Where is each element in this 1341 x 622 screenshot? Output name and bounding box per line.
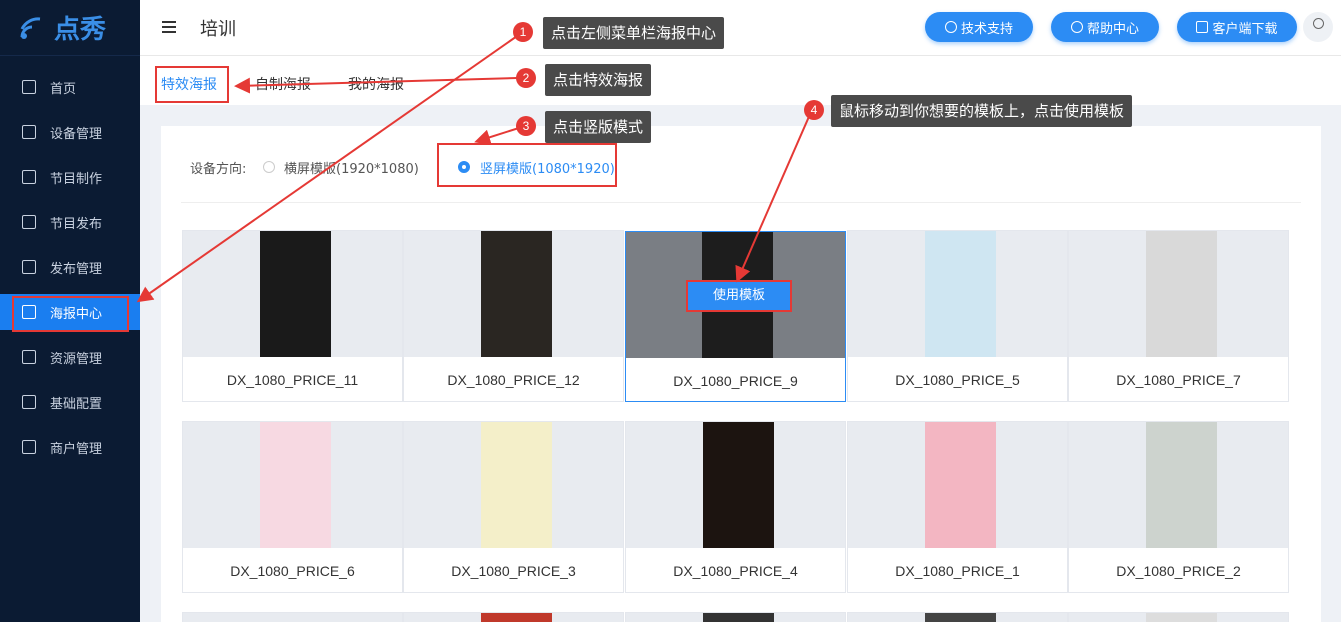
template-card[interactable] [625,612,846,622]
poster-tabs: 特效海报 自制海报 我的海报 [140,57,1341,105]
poster-image [1146,422,1217,548]
divider [181,202,1301,203]
step-badge: 3 [516,116,536,136]
poster-image [1146,231,1217,357]
step-tip: 点击特效海报 [545,64,652,96]
logo-icon [20,16,41,39]
template-card[interactable]: DX_1080_PRICE_5 [847,230,1068,402]
template-name: DX_1080_PRICE_7 [1116,372,1241,388]
device-icon [22,125,36,139]
help-icon [1070,21,1083,33]
template-card-hovered[interactable]: 使用模板 DX_1080_PRICE_9 [625,231,846,402]
template-name: DX_1080_PRICE_2 [1116,563,1241,579]
template-card[interactable]: DX_1080_PRICE_2 [1068,421,1289,593]
template-thumbnail [1069,422,1288,548]
active-tab-indicator [158,101,214,103]
template-name: DX_1080_PRICE_6 [230,563,355,579]
sidebar-item-merchant[interactable]: 商户管理 [0,429,140,465]
template-card[interactable] [847,612,1068,622]
step-badge: 4 [804,100,824,120]
template-name: DX_1080_PRICE_11 [226,372,359,388]
poster-image [703,422,774,548]
template-thumbnail [404,231,623,357]
template-card[interactable]: DX_1080_PRICE_6 [182,421,403,593]
folder-icon [22,350,36,364]
sidebar-item-program-make[interactable]: 节目制作 [0,159,140,195]
portrait-radio-label[interactable]: 竖屏模版(1080*1920) [480,158,615,177]
step-tip: 点击竖版模式 [545,111,652,143]
template-card[interactable] [403,612,624,622]
step-badge: 2 [516,68,536,88]
landscape-radio[interactable] [263,161,275,173]
edit-icon [22,170,36,184]
template-card[interactable]: DX_1080_PRICE_4 [625,421,846,593]
poster-icon [22,305,36,319]
phone-icon [1196,21,1209,33]
menu-toggle-icon[interactable] [162,21,176,33]
template-card[interactable]: DX_1080_PRICE_12 [403,230,624,402]
template-name: DX_1080_PRICE_9 [673,373,798,389]
use-template-button[interactable]: 使用模板 [686,280,792,312]
app-logo[interactable]: 点秀 [0,0,140,56]
template-name: DX_1080_PRICE_12 [447,372,580,388]
template-card[interactable]: DX_1080_PRICE_7 [1068,230,1289,402]
tab-effect-poster[interactable]: 特效海报 [161,74,217,94]
poster-image [260,422,331,548]
poster-image [260,231,331,357]
poster-image [925,422,996,548]
sidebar: 点秀 首页 设备管理 节目制作 节目发布 发布管理 海报中心 资源管理 基础配置… [0,0,140,622]
sidebar-item-poster-center[interactable]: 海报中心 [0,294,140,330]
step-tip: 鼠标移动到你想要的模板上，点击使用模板 [831,95,1133,127]
template-thumbnail [1069,231,1288,357]
portrait-radio[interactable] [458,161,470,173]
template-card[interactable]: DX_1080_PRICE_11 [182,230,403,402]
merchant-icon [22,440,36,454]
template-thumbnail [848,422,1067,548]
page-title: 培训 [200,19,236,40]
step-tip: 点击左侧菜单栏海报中心 [543,17,725,49]
tab-custom-poster[interactable]: 自制海报 [255,74,311,94]
template-thumbnail: 使用模板 [626,232,845,358]
template-thumbnail [183,231,402,357]
template-thumbnail [626,422,845,548]
sidebar-item-resources[interactable]: 资源管理 [0,339,140,375]
template-card[interactable]: DX_1080_PRICE_3 [403,421,624,593]
sidebar-item-publish-manage[interactable]: 发布管理 [0,249,140,285]
template-name: DX_1080_PRICE_3 [451,563,576,579]
template-name: DX_1080_PRICE_4 [673,563,798,579]
sidebar-item-config[interactable]: 基础配置 [0,384,140,420]
template-card[interactable] [182,612,403,622]
poster-image [481,422,552,548]
orientation-label: 设备方向: [190,162,247,177]
logo-text: 点秀 [54,15,107,45]
step-badge: 1 [513,22,533,42]
poster-image [481,231,552,357]
top-header: 培训 技术支持 帮助中心 客户端下载 [140,0,1341,56]
template-thumbnail [848,231,1067,357]
template-thumbnail [183,422,402,548]
client-download-button[interactable]: 客户端下载 [1177,12,1297,42]
send-icon [22,215,36,229]
template-card[interactable] [1068,612,1289,622]
help-center-button[interactable]: 帮助中心 [1051,12,1159,42]
home-icon [22,80,36,94]
poster-image [925,231,996,357]
sidebar-item-program-publish[interactable]: 节目发布 [0,204,140,240]
template-card[interactable]: DX_1080_PRICE_1 [847,421,1068,593]
support-icon [944,21,957,33]
landscape-radio-label[interactable]: 横屏模版(1920*1080) [284,158,419,177]
sidebar-item-devices[interactable]: 设备管理 [0,114,140,150]
list-icon [22,260,36,274]
tech-support-button[interactable]: 技术支持 [925,12,1033,42]
gear-icon [22,395,36,409]
tab-my-poster[interactable]: 我的海报 [348,74,404,94]
template-name: DX_1080_PRICE_1 [895,563,1020,579]
sidebar-item-home[interactable]: 首页 [0,69,140,105]
template-name: DX_1080_PRICE_5 [895,372,1020,388]
user-avatar-icon[interactable] [1303,12,1333,42]
template-thumbnail [404,422,623,548]
